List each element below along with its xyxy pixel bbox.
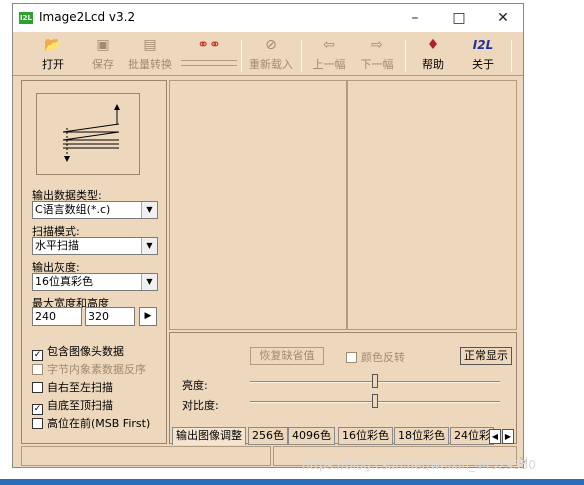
reload-icon: ⊘ — [265, 37, 277, 53]
checkbox-right-to-left[interactable]: 自右至左扫描 — [32, 379, 113, 395]
watermark: https://blog.csdn.net/weixin_44529350 — [302, 458, 537, 472]
tab-24bit-color[interactable]: 24位彩 — [450, 427, 494, 445]
source-image-pane[interactable] — [169, 80, 347, 330]
toolbar-separator — [241, 40, 242, 72]
app-window: I2L Image2Lcd v3.2 – □ ✕ 📂 打开 ▣ 保存 ▤ 批量转… — [12, 3, 527, 468]
max-height-input[interactable]: 320 — [85, 307, 135, 326]
app-icon: I2L — [19, 12, 33, 24]
tab-bar: 输出图像调整 256色 4096色 16位彩色 18位彩色 24位彩 ◀ ▶ — [172, 427, 516, 445]
tab-output-adjust[interactable]: 输出图像调整 — [172, 427, 246, 445]
tab-4096-colors[interactable]: 4096色 — [288, 427, 335, 445]
batch-convert-button[interactable]: ▤ 批量转换 — [127, 36, 173, 74]
reload-button[interactable]: ⊘ 重新载入 — [245, 36, 297, 74]
brightness-slider[interactable] — [372, 374, 378, 388]
checkbox-include-header[interactable]: ✓ 包含图像头数据 — [32, 343, 124, 361]
help-book-icon: ♦ — [426, 37, 440, 53]
scan-mode-select[interactable]: 水平扫描 ▼ — [32, 237, 158, 255]
close-button[interactable]: ✕ — [483, 6, 523, 30]
contrast-slider[interactable] — [372, 394, 378, 408]
maximize-button[interactable]: □ — [439, 6, 479, 30]
glasses-icon: ⚭⚭ — [197, 37, 221, 53]
restore-default-button[interactable]: 恢复缺省值 — [250, 347, 324, 365]
check-icon: ✓ — [32, 404, 43, 415]
taskbar-edge — [0, 479, 584, 485]
gray-select[interactable]: 16位真彩色 ▼ — [32, 273, 158, 291]
adjust-panel: 恢复缺省值 颜色反转 正常显示 亮度: 对比度: 输出图像调整 256色 409… — [169, 332, 517, 445]
chevron-down-icon: ▼ — [141, 238, 157, 254]
checkbox-msb-first[interactable]: 高位在前(MSB First) — [32, 415, 150, 431]
save-disk-icon: ▣ — [96, 37, 110, 53]
minimize-button[interactable]: – — [395, 6, 435, 30]
checkbox-bottom-to-top[interactable]: ✓ 自底至顶扫描 — [32, 397, 113, 415]
window-title: Image2Lcd v3.2 — [39, 10, 136, 24]
tab-18bit-color[interactable]: 18位彩色 — [394, 427, 449, 445]
toolbar-separator — [301, 40, 302, 72]
prev-button[interactable]: ⇦ 上一幅 — [305, 36, 353, 74]
next-arrow-icon: ⇨ — [371, 37, 383, 53]
output-image-pane[interactable] — [347, 80, 517, 330]
prev-arrow-icon: ⇦ — [323, 37, 335, 53]
normal-display-button[interactable]: 正常显示 — [460, 347, 512, 365]
checkbox-invert-color[interactable]: 颜色反转 — [346, 349, 405, 365]
toolbar: 📂 打开 ▣ 保存 ▤ 批量转换 ⚭⚭ ⊘ 重新载入 ⇦ 上一幅 ⇨ 下一幅 ♦… — [13, 34, 523, 76]
brightness-label: 亮度: — [182, 379, 208, 392]
next-button[interactable]: ⇨ 下一幅 — [353, 36, 401, 74]
chevron-down-icon: ▼ — [141, 274, 157, 290]
status-pane-left — [21, 446, 271, 466]
batch-disk-icon: ▤ — [143, 37, 157, 53]
view-button[interactable]: ⚭⚭ — [181, 36, 237, 74]
toolbar-separator — [511, 40, 512, 72]
open-folder-icon: 📂 — [44, 37, 62, 53]
help-button[interactable]: ♦ 帮助 — [409, 36, 457, 74]
toolbar-separator — [405, 40, 406, 72]
chevron-down-icon: ▼ — [141, 202, 157, 218]
about-logo-icon: I2L — [472, 38, 494, 52]
play-icon: ▶ — [144, 311, 152, 321]
tab-16bit-color[interactable]: 16位彩色 — [338, 427, 393, 445]
title-bar: I2L Image2Lcd v3.2 – □ ✕ — [13, 4, 523, 32]
checkbox-reverse-pixel[interactable]: 字节内象素数据反序 — [32, 361, 146, 377]
scan-preview — [36, 93, 140, 175]
open-button[interactable]: 📂 打开 — [29, 36, 77, 74]
tab-scroll-left-icon[interactable]: ◀ — [489, 429, 501, 444]
settings-panel: 输出数据类型: C语言数组(*.c) ▼ 扫描模式: 水平扫描 ▼ 输出灰度: … — [21, 80, 167, 444]
tab-256-colors[interactable]: 256色 — [248, 427, 288, 445]
apply-size-button[interactable]: ▶ — [139, 307, 157, 326]
about-button[interactable]: I2L 关于 — [459, 36, 507, 74]
tab-scroll-right-icon[interactable]: ▶ — [502, 429, 514, 444]
scan-direction-icon — [62, 104, 120, 162]
output-type-select[interactable]: C语言数组(*.c) ▼ — [32, 201, 158, 219]
save-button[interactable]: ▣ 保存 — [79, 36, 127, 74]
check-icon: ✓ — [32, 350, 43, 361]
contrast-label: 对比度: — [182, 399, 219, 412]
max-width-input[interactable]: 240 — [32, 307, 82, 326]
